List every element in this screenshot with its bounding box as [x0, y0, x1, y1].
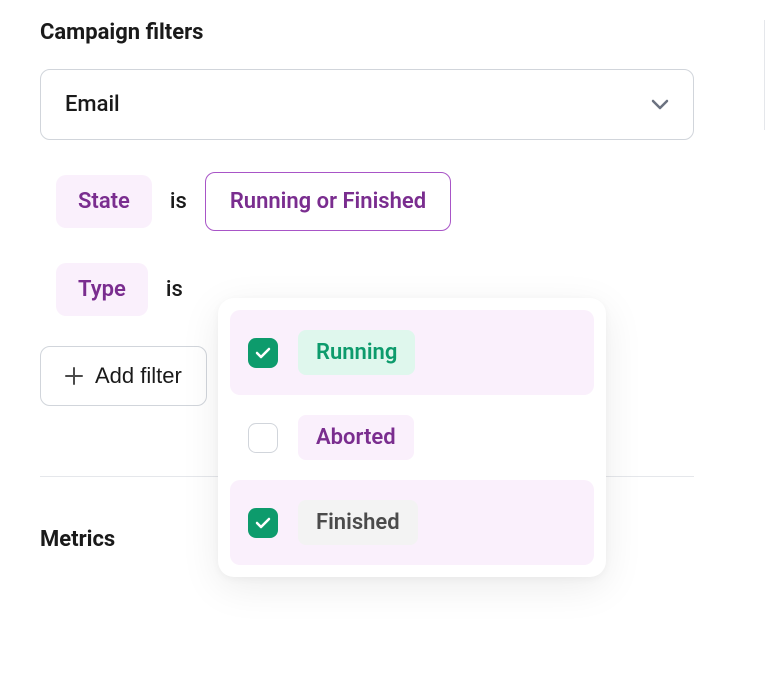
state-option-checkbox[interactable] — [248, 338, 278, 368]
filter-field-type[interactable]: Type — [56, 263, 148, 316]
panel-edge — [764, 20, 765, 130]
state-option-label: Finished — [298, 500, 418, 545]
state-option-row[interactable]: Aborted — [230, 395, 594, 480]
state-options-popover: Running Aborted Finished — [218, 298, 606, 577]
state-option-label: Running — [298, 330, 415, 375]
check-icon — [255, 347, 271, 359]
add-filter-button[interactable]: Add filter — [40, 346, 207, 406]
state-option-checkbox[interactable] — [248, 423, 278, 453]
filter-operator-type: is — [166, 277, 183, 302]
state-option-checkbox[interactable] — [248, 508, 278, 538]
channel-dropdown[interactable]: Email — [40, 69, 694, 140]
plus-icon — [65, 367, 83, 385]
chevron-down-icon — [651, 99, 669, 111]
channel-dropdown-value: Email — [65, 92, 120, 117]
check-icon — [255, 517, 271, 529]
filter-field-state[interactable]: State — [56, 175, 152, 228]
state-option-row[interactable]: Running — [230, 310, 594, 395]
section-title-filters: Campaign filters — [40, 20, 726, 45]
state-option-label: Aborted — [298, 415, 414, 460]
add-filter-label: Add filter — [95, 363, 182, 389]
filter-operator-state: is — [170, 189, 187, 214]
state-option-row[interactable]: Finished — [230, 480, 594, 565]
filter-row-state: State is Running or Finished — [56, 172, 726, 231]
filter-value-state[interactable]: Running or Finished — [205, 172, 451, 231]
